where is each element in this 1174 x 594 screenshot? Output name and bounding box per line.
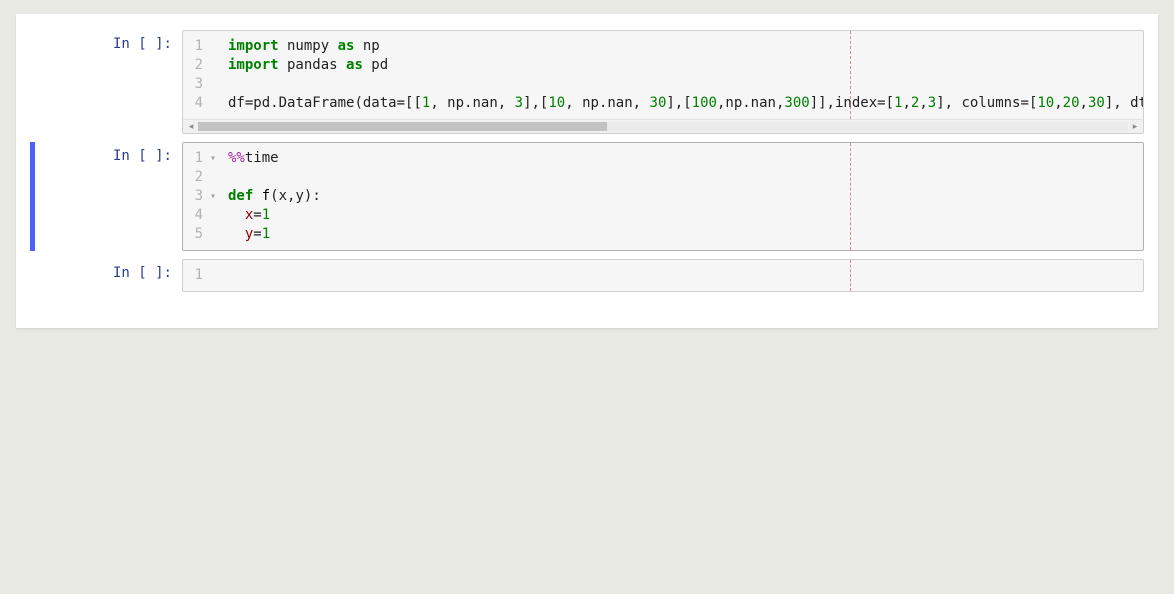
code-token: 300 [784,95,809,111]
code-token [228,207,245,223]
code-line[interactable]: %%time [228,149,1135,168]
scroll-right-icon[interactable]: ▸ [1130,121,1140,132]
code-token: ]],index [810,95,877,111]
code-token: 1 [262,207,270,223]
line-number-gutter: 1▾23▾45 [183,143,220,250]
code-token: [[ [405,95,422,111]
code-token: , np.nan, [565,95,649,111]
line-number: 3 [189,75,203,94]
code-token: , [919,95,927,111]
code-token: , [1080,95,1088,111]
code-token: = [877,95,885,111]
code-token: def [228,188,253,204]
scrollbar-track[interactable] [198,122,1128,131]
input-prompt: In [ ]: [30,30,182,134]
input-prompt: In [ ]: [30,142,182,251]
code-cell[interactable]: In [ ]:1234import numpy as npimport pand… [30,30,1144,134]
code-line[interactable]: import numpy as np [228,37,1135,56]
scroll-left-icon[interactable]: ◂ [186,121,196,132]
code-line[interactable]: def f(x,y): [228,187,1135,206]
line-number: 4 [189,206,203,225]
code-body[interactable]: %%time​def f(x,y): x=1 y=1 [220,143,1143,250]
code-token: df [228,95,245,111]
line-number: 4 [189,94,203,113]
code-line[interactable]: y=1 [228,225,1135,244]
code-token: as [346,57,363,73]
code-token: pd.DataFrame(data [253,95,396,111]
line-number: 3 [189,187,203,206]
line-number-gutter: 1234 [183,31,220,119]
code-token: numpy [279,38,338,54]
fold-icon[interactable]: ▾ [207,187,216,206]
code-token: 3 [928,95,936,111]
code-token: import [228,38,279,54]
code-token [253,188,261,204]
code-token: import [228,57,279,73]
code-area[interactable]: 1234import numpy as npimport pandas as p… [183,31,1143,119]
code-token: 1 [262,226,270,242]
line-number: 1 [189,266,203,285]
code-input[interactable]: 1▾23▾45%%time​def f(x,y): x=1 y=1 [182,142,1144,251]
code-token: 10 [1037,95,1054,111]
code-token: 30 [1088,95,1105,111]
code-token: ], columns [936,95,1020,111]
code-line[interactable]: ​ [228,75,1135,94]
line-number-gutter: 1 [183,260,220,291]
code-token: 20 [1063,95,1080,111]
code-token: f [262,188,270,204]
code-line[interactable]: df=pd.DataFrame(data=[[1, np.nan, 3],[10… [228,94,1135,113]
code-token: np [354,38,379,54]
line-number: 1 [189,37,203,56]
line-number: 1 [189,149,203,168]
code-token: = [397,95,405,111]
code-line[interactable]: import pandas as pd [228,56,1135,75]
code-token: pandas [279,57,346,73]
code-body[interactable]: ​ [220,260,1143,291]
code-line[interactable]: ​ [228,168,1135,187]
code-area[interactable]: 1▾23▾45%%time​def f(x,y): x=1 y=1 [183,143,1143,250]
code-token: 100 [692,95,717,111]
code-token: [ [886,95,894,111]
code-token: , [1054,95,1062,111]
code-area[interactable]: 1​ [183,260,1143,291]
horizontal-scrollbar[interactable]: ◂▸ [183,119,1143,133]
code-token: (x,y): [270,188,321,204]
code-token: 3 [515,95,523,111]
code-token: ,np.nan, [717,95,784,111]
code-token: 10 [548,95,565,111]
code-input[interactable]: 1234import numpy as npimport pandas as p… [182,30,1144,134]
scrollbar-thumb[interactable] [198,122,607,131]
notebook-container: In [ ]:1234import numpy as npimport pand… [16,14,1158,328]
fold-icon[interactable]: ▾ [207,149,216,168]
code-input[interactable]: 1​ [182,259,1144,292]
line-number: 5 [189,225,203,244]
code-line[interactable]: ​ [228,266,1135,285]
code-token: = [1021,95,1029,111]
code-token: , np.nan, [430,95,514,111]
code-token: = [253,207,261,223]
code-token: as [338,38,355,54]
code-token: pd [363,57,388,73]
code-line[interactable]: x=1 [228,206,1135,225]
line-number: 2 [189,56,203,75]
line-number: 2 [189,168,203,187]
code-token: 30 [650,95,667,111]
code-token: time [245,150,279,166]
code-token: ], dtype [1105,95,1143,111]
code-token: %% [228,150,245,166]
code-cell[interactable]: In [ ]:1▾23▾45%%time​def f(x,y): x=1 y=1 [30,142,1144,251]
input-prompt: In [ ]: [30,259,182,292]
code-token: ],[ [666,95,691,111]
code-token: ],[ [523,95,548,111]
code-token [228,226,245,242]
code-token: , [902,95,910,111]
code-body[interactable]: import numpy as npimport pandas as pd​df… [220,31,1143,119]
code-token: = [253,226,261,242]
code-cell[interactable]: In [ ]:1​ [30,259,1144,292]
